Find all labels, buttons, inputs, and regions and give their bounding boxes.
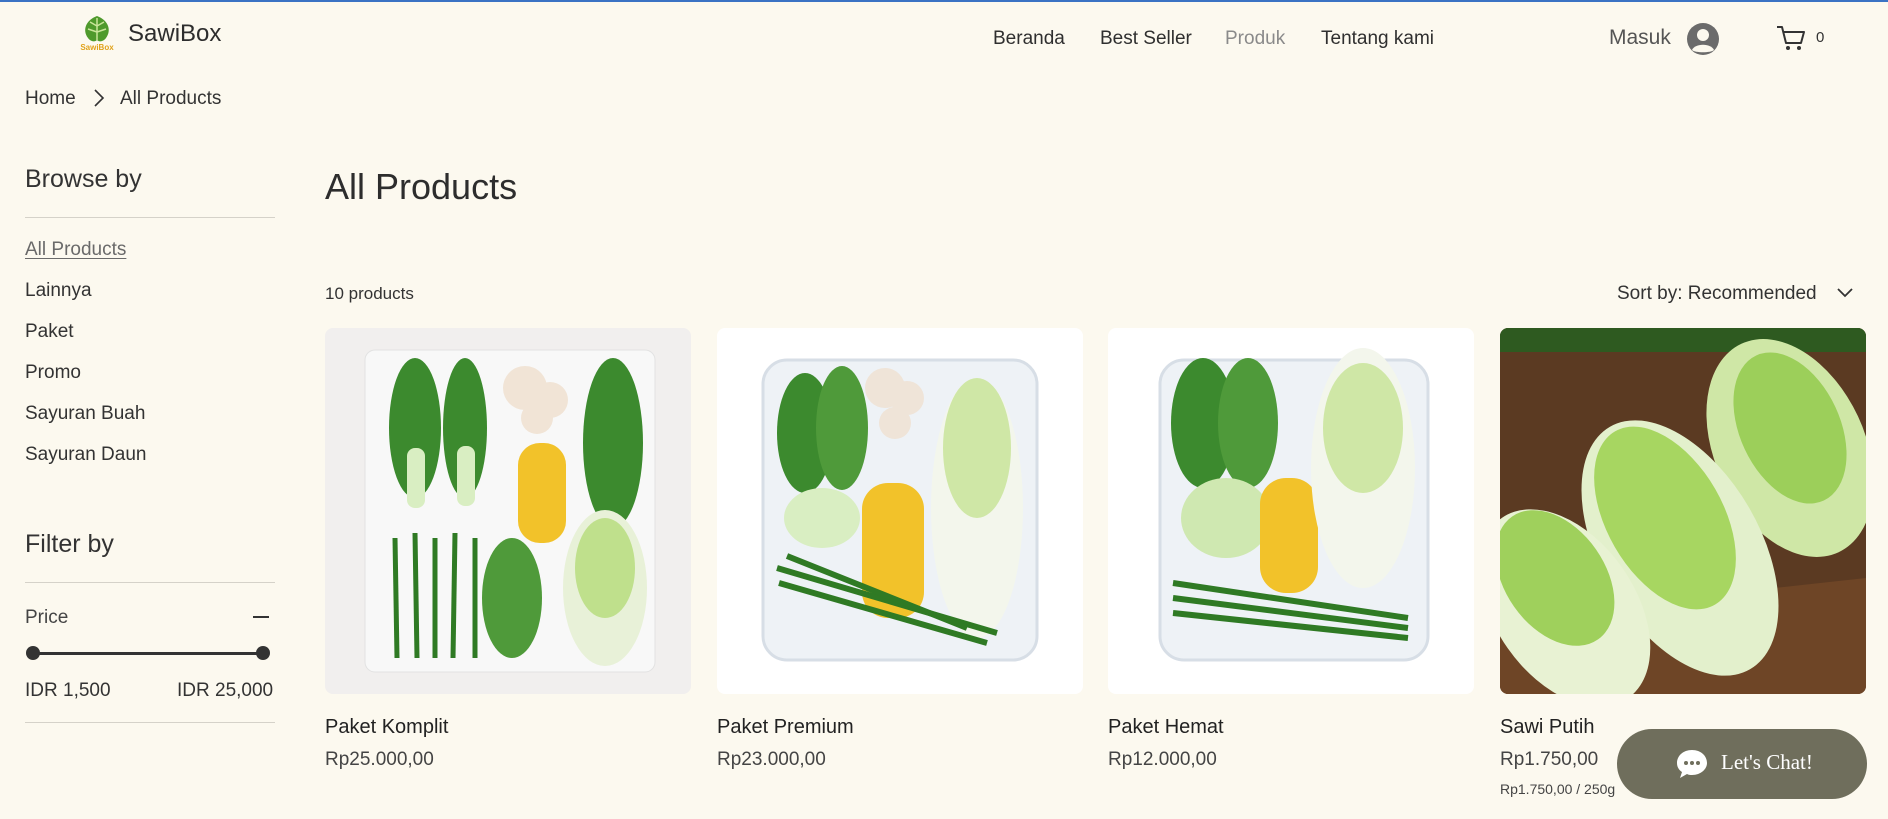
nav-item-tentang-kami[interactable]: Tentang kami <box>1321 28 1434 50</box>
product-image[interactable] <box>717 328 1083 694</box>
product-unit-price: Rp1.750,00 / 250g <box>1500 781 1616 797</box>
browse-divider <box>25 217 275 218</box>
breadcrumb-current: All Products <box>120 88 222 109</box>
category-sayuran-daun[interactable]: Sayuran Daun <box>25 444 146 466</box>
chevron-right-icon <box>94 89 105 107</box>
login-link[interactable]: Masuk <box>1609 26 1671 50</box>
product-name[interactable]: Paket Hemat <box>1108 716 1224 739</box>
price-max-value: IDR 25,000 <box>177 680 274 701</box>
category-sayuran-buah[interactable]: Sayuran Buah <box>25 403 145 425</box>
product-card[interactable]: Paket Hemat Rp12.000,00 <box>1108 328 1474 770</box>
product-price: Rp12.000,00 <box>1108 749 1217 770</box>
category-promo[interactable]: Promo <box>25 362 81 384</box>
price-divider <box>25 722 275 723</box>
price-filter-label[interactable]: Price <box>25 607 68 629</box>
product-image[interactable] <box>325 328 691 694</box>
breadcrumb-home[interactable]: Home <box>25 88 76 110</box>
product-name[interactable]: Paket Komplit <box>325 716 448 739</box>
filter-by-title: Filter by <box>25 530 114 558</box>
product-card[interactable]: Sawi Putih Rp1.750,00 Rp1.750,00 / 250g <box>1479 328 1874 797</box>
product-count: 10 products <box>325 284 414 303</box>
product-name[interactable]: Sawi Putih <box>1500 716 1595 739</box>
product-card[interactable]: Paket Komplit Rp25.000,00 <box>325 328 691 770</box>
category-all-products[interactable]: All Products <box>25 239 126 261</box>
product-price: Rp1.750,00 <box>1500 749 1599 770</box>
product-price: Rp23.000,00 <box>717 749 826 770</box>
sawibox-logo-icon[interactable]: SawiBox <box>76 12 118 56</box>
browse-by-title: Browse by <box>25 165 142 193</box>
chevron-down-icon[interactable] <box>1836 286 1854 300</box>
price-slider-min-handle[interactable] <box>26 646 40 660</box>
filter-divider <box>25 582 275 583</box>
product-image[interactable] <box>1108 328 1474 694</box>
logo-text: SawiBox <box>80 43 114 52</box>
collapse-minus-icon[interactable] <box>253 616 269 618</box>
cart-icon[interactable] <box>1776 24 1806 52</box>
product-card[interactable]: Paket Premium Rp23.000,00 <box>717 328 1083 770</box>
nav-item-beranda[interactable]: Beranda <box>993 28 1065 50</box>
price-slider-track[interactable] <box>33 652 263 655</box>
product-price: Rp25.000,00 <box>325 749 434 770</box>
nav-item-best-seller[interactable]: Best Seller <box>1100 28 1192 50</box>
category-lainnya[interactable]: Lainnya <box>25 280 92 302</box>
category-paket[interactable]: Paket <box>25 321 74 343</box>
page-title: All Products <box>325 166 518 207</box>
product-name[interactable]: Paket Premium <box>717 716 854 739</box>
chat-bubble-icon <box>1677 750 1707 778</box>
chat-button[interactable]: Let's Chat! <box>1617 729 1867 799</box>
brand-name[interactable]: SawiBox <box>128 20 221 48</box>
price-slider-max-handle[interactable] <box>256 646 270 660</box>
nav-item-produk[interactable]: Produk <box>1225 28 1285 50</box>
product-image[interactable] <box>1479 328 1874 707</box>
sort-dropdown[interactable]: Sort by: Recommended <box>1617 283 1817 305</box>
cart-count[interactable]: 0 <box>1816 29 1824 46</box>
top-accent-line <box>0 0 1888 2</box>
price-min-value: IDR 1,500 <box>25 680 111 701</box>
chat-label[interactable]: Let's Chat! <box>1721 750 1813 775</box>
user-avatar-icon[interactable] <box>1686 22 1720 56</box>
